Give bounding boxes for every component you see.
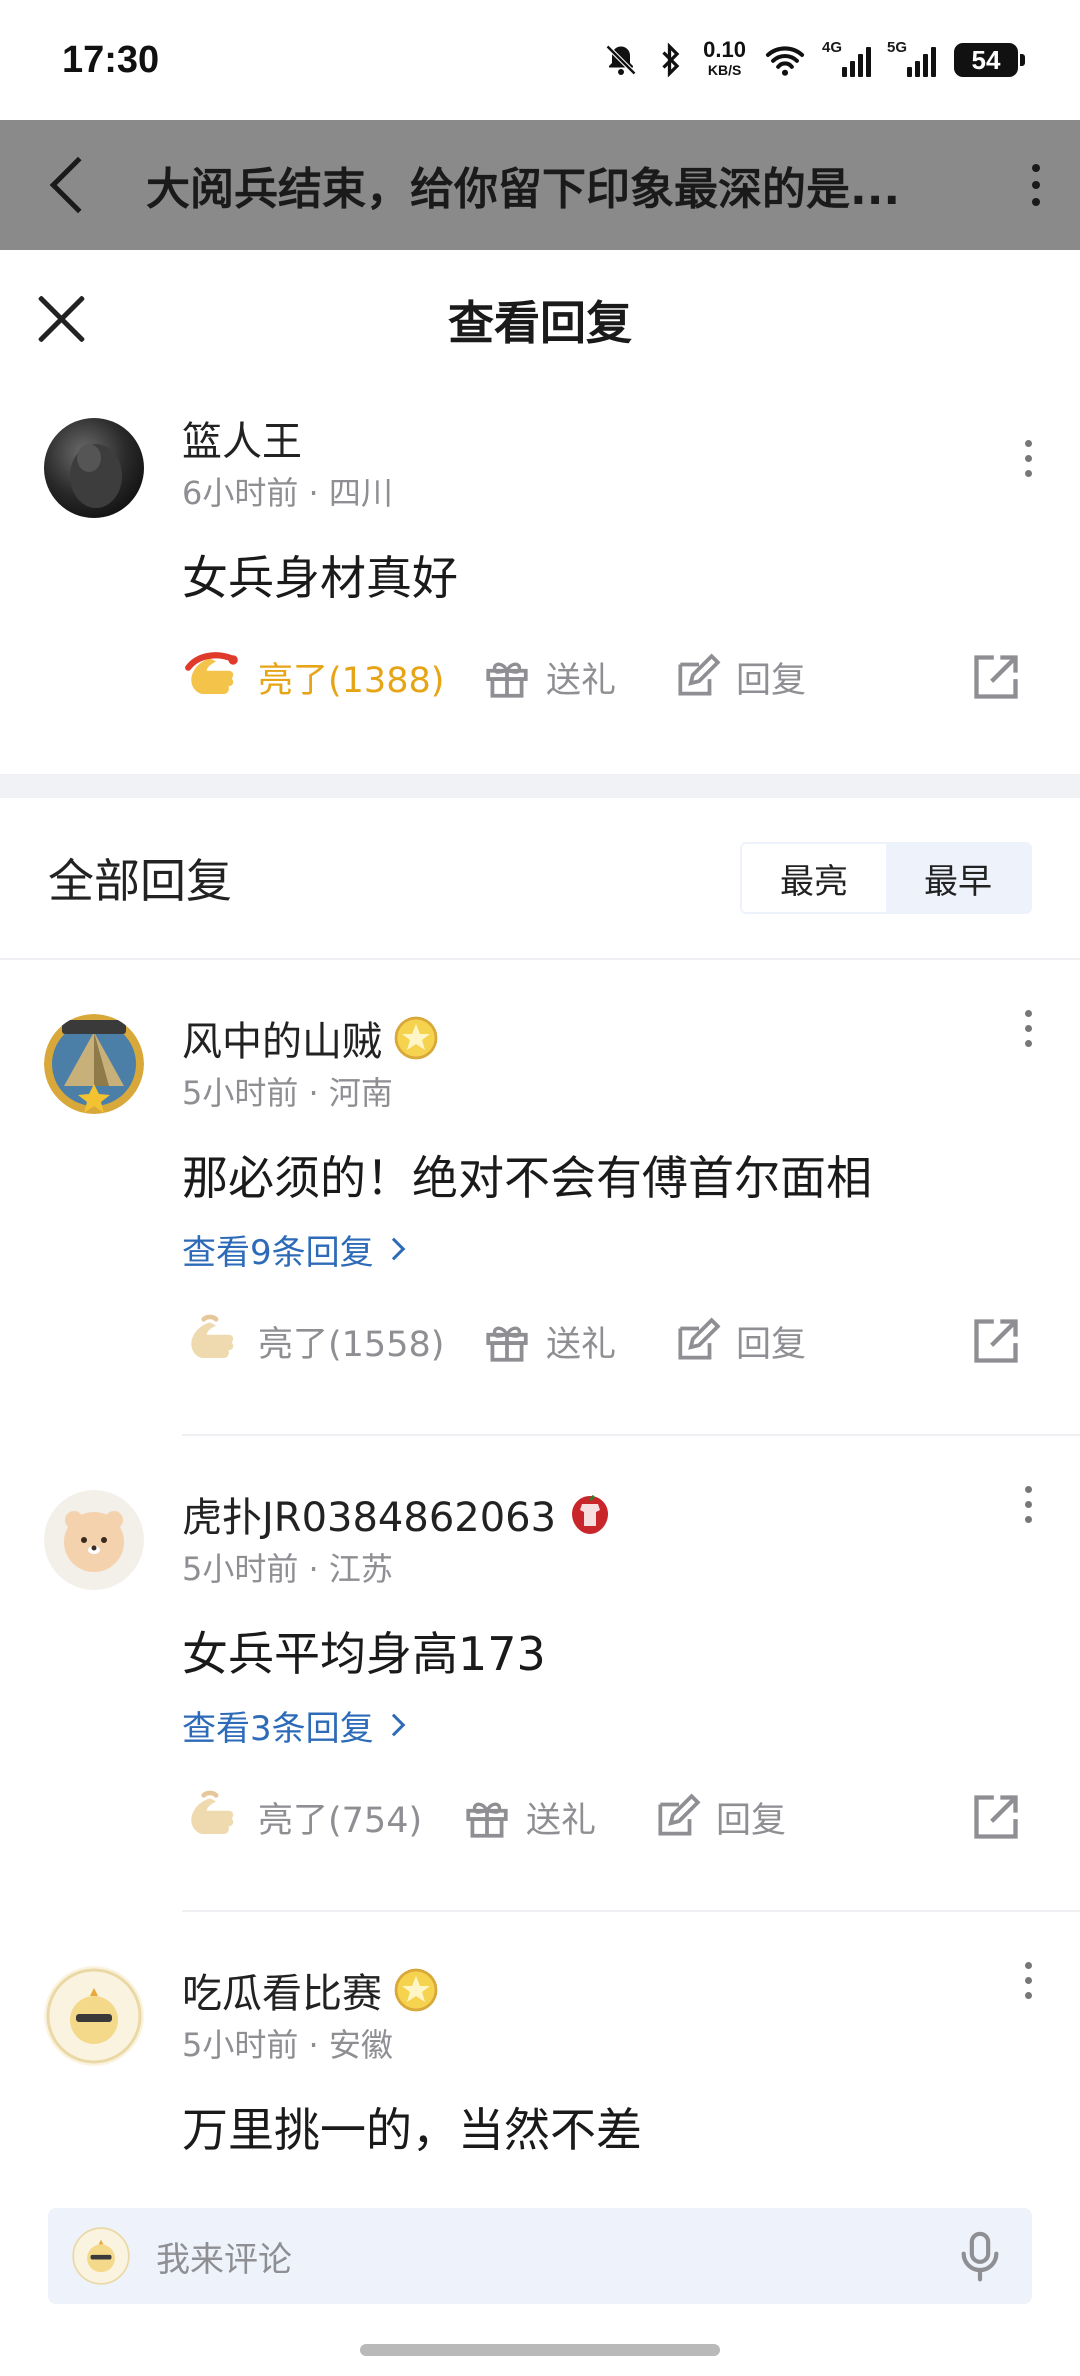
section-divider [0, 774, 1080, 798]
bluetooth-icon [662, 42, 680, 78]
sort-option-earliest[interactable]: 最早 [886, 844, 1030, 912]
close-icon[interactable] [34, 292, 88, 346]
comment-meta: 5小时前 · 河南 [182, 1074, 393, 1112]
more-options-icon[interactable] [1025, 1010, 1032, 1047]
username[interactable]: 虎扑JR0384862063 [182, 1486, 1040, 1542]
avatar[interactable] [44, 1966, 144, 2066]
more-options-icon[interactable] [1025, 1962, 1032, 1999]
avatar[interactable] [44, 418, 144, 518]
share-button[interactable] [970, 1791, 1022, 1843]
more-options-icon[interactable] [1025, 440, 1032, 477]
like-button[interactable]: 亮了(1388) [182, 646, 482, 708]
user-avatar-icon [72, 2227, 130, 2285]
main-comment: 篮人王 6小时前 · 四川 女兵身材真好 亮了(1388) 送礼 回复 [0, 390, 1080, 774]
home-indicator [360, 2344, 720, 2356]
edit-reply-icon [658, 1793, 701, 1836]
battery-icon: 54 [954, 43, 1025, 77]
gift-icon [466, 1802, 508, 1838]
microphone-icon[interactable] [952, 2228, 1008, 2284]
net-speed: 0.10 KB/S [703, 37, 746, 79]
replies-label: 全部回复 [48, 854, 232, 908]
reply-item: 风中的山贼 5小时前 · 河南 那必须的！绝对不会有傅首尔面相 查看9条回复 亮… [0, 960, 1080, 1434]
comment-content: 女兵身材真好 [182, 551, 458, 605]
edit-reply-icon [678, 1317, 721, 1360]
sheet-header: 查看回复 [0, 250, 1080, 390]
share-button[interactable] [970, 1315, 1022, 1367]
more-menu-icon[interactable] [1032, 164, 1040, 206]
top-nav-bar: 大阅兵结束，给你留下印象最深的是... [0, 120, 1080, 250]
reply-button[interactable]: 回复 [652, 1792, 852, 1843]
share-icon [974, 1795, 1018, 1839]
comment-meta: 5小时前 · 江苏 [182, 1550, 393, 1588]
bell-muted-icon [606, 44, 637, 76]
avatar[interactable] [44, 1490, 144, 1590]
back-arrow-icon[interactable] [49, 156, 107, 214]
more-options-icon[interactable] [1025, 1486, 1032, 1523]
thumbs-up-icon [191, 1790, 234, 1835]
replies-header: 全部回复 最亮 最早 [0, 798, 1080, 958]
action-row: 亮了(1388) 送礼 回复 [182, 632, 1040, 722]
gift-icon [486, 1326, 528, 1362]
gift-label: 送礼 [546, 660, 617, 701]
username[interactable]: 风中的山贼 [182, 1010, 1040, 1066]
comment-content: 万里挑一的，当然不差 [182, 2103, 642, 2157]
sort-toggle: 最亮 最早 [740, 842, 1032, 914]
comment-input-bar[interactable]: 我来评论 [48, 2208, 1032, 2304]
post-title: 大阅兵结束，给你留下印象最深的是... [146, 164, 901, 215]
net-speed-unit: KB/S [707, 62, 742, 78]
status-time: 17:30 [62, 38, 160, 81]
gift-label: 送礼 [526, 1800, 597, 1841]
like-count: 亮了(1558) [258, 1324, 445, 1365]
avatar[interactable] [44, 1014, 144, 1114]
reply-label: 回复 [736, 660, 807, 701]
reply-button[interactable]: 回复 [672, 1316, 872, 1367]
gold-star-badge-icon [394, 1968, 438, 2012]
sheet-title: 查看回复 [448, 296, 632, 350]
thumbs-up-icon [191, 1314, 234, 1359]
gift-button[interactable]: 送礼 [482, 1316, 672, 1367]
gold-star-badge-icon [394, 1016, 438, 1060]
team-jersey-badge-icon [572, 1494, 609, 1534]
screen: 17:30 0.10 KB/S 4G 5G 54 大阅兵结束，给你留下印象最深的是… [0, 0, 1080, 2376]
comment-meta: 5小时前 · 安徽 [182, 2026, 393, 2064]
username[interactable]: 篮人王 [182, 410, 1040, 466]
signal-4g-icon: 4G [822, 39, 871, 77]
wifi-icon [765, 46, 805, 76]
sort-option-hottest[interactable]: 最亮 [742, 844, 886, 912]
gift-button[interactable]: 送礼 [462, 1792, 652, 1843]
reply-button[interactable]: 回复 [672, 652, 872, 703]
reply-item: 虎扑JR0384862063 5小时前 · 江苏 女兵平均身高173 查看3条回… [0, 1436, 1080, 1910]
signal-5g-icon: 5G [887, 39, 936, 77]
comment-content: 那必须的！绝对不会有傅首尔面相 [182, 1151, 872, 1205]
reply-label: 回复 [736, 1324, 807, 1365]
view-replies-link[interactable]: 查看9条回复 [182, 1224, 1040, 1274]
comment-input[interactable]: 我来评论 [156, 2232, 292, 2281]
share-button[interactable] [970, 651, 1022, 703]
like-button[interactable]: 亮了(754) [182, 1786, 462, 1848]
reply-sheet: 查看回复 篮人王 6小时前 · 四川 女兵身材真好 亮了(1388) 送礼 回复… [0, 250, 1080, 2376]
comment-meta: 6小时前 · 四川 [182, 474, 393, 512]
like-button[interactable]: 亮了(1558) [182, 1310, 482, 1372]
share-icon [974, 1319, 1018, 1363]
action-row: 亮了(1558) 送礼 回复 [182, 1296, 1040, 1386]
gift-icon [486, 662, 528, 698]
status-bar: 17:30 0.10 KB/S 4G 5G 54 [0, 0, 1080, 120]
username[interactable]: 吃瓜看比赛 [182, 1962, 1040, 2018]
chevron-right-icon [382, 1237, 405, 1261]
gift-button[interactable]: 送礼 [482, 652, 672, 703]
thumbs-up-lit-icon [185, 652, 238, 695]
like-count: 亮了(1388) [258, 660, 445, 701]
chevron-right-icon [382, 1713, 405, 1737]
edit-reply-icon [678, 653, 721, 696]
view-replies-link[interactable]: 查看3条回复 [182, 1700, 1040, 1750]
status-icons: 0.10 KB/S 4G 5G 54 [603, 37, 1025, 80]
action-row: 亮了(754) 送礼 回复 [182, 1772, 1040, 1862]
reply-label: 回复 [716, 1800, 787, 1841]
gift-label: 送礼 [546, 1324, 617, 1365]
comment-content: 女兵平均身高173 [182, 1627, 546, 1681]
like-count: 亮了(754) [258, 1800, 423, 1841]
share-icon [974, 655, 1018, 699]
reply-item: 吃瓜看比赛 5小时前 · 安徽 万里挑一的，当然不差 [0, 1912, 1080, 2212]
